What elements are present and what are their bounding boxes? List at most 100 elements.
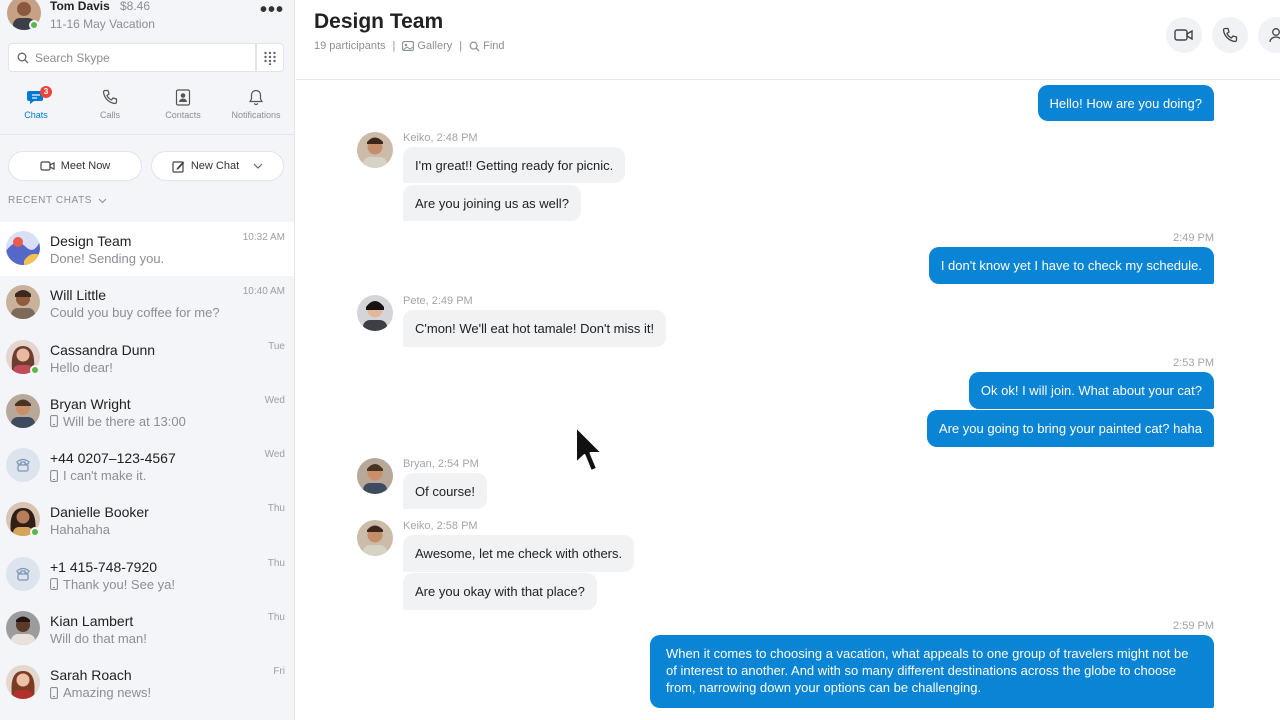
message-time-stamp: 2:53 PM [1173, 357, 1214, 369]
more-options-icon[interactable]: ••• [260, 0, 284, 20]
sender-avatar[interactable] [357, 458, 393, 494]
video-camera-icon [1174, 29, 1193, 41]
incoming-message[interactable]: Are you okay with that place? [403, 573, 597, 610]
chat-item-phone-uk[interactable]: +44 0207–123-4567 I can't make it. Wed [0, 439, 294, 493]
chat-item-phone-us[interactable]: +1 415-748-7920 Thank you! See ya! Thu [0, 548, 294, 602]
chat-item-preview: Hahahaha [50, 522, 110, 537]
new-chat-button[interactable]: New Chat [151, 151, 284, 181]
chat-item-preview-text: Hahahaha [50, 522, 110, 538]
incoming-message[interactable]: Of course! [403, 473, 487, 509]
profile-credit[interactable]: $8.46 [120, 0, 150, 13]
presence-online-icon [29, 20, 39, 30]
chat-item-preview-text: I can't make it. [63, 468, 147, 484]
video-call-button[interactable] [1166, 17, 1202, 53]
tab-notifications[interactable]: Notifications [220, 86, 292, 126]
compose-icon [172, 160, 185, 173]
search-input[interactable] [35, 49, 250, 67]
add-person-icon [1269, 28, 1280, 43]
chat-item-time: 10:32 AM [242, 232, 285, 243]
profile-header[interactable]: Tom Davis $8.46 11-16 May Vacation ••• [0, 0, 294, 40]
mobile-phone-icon [50, 578, 58, 591]
chat-item-name: Bryan Wright [50, 395, 131, 412]
message-sender-stamp: Keiko, 2:48 PM [403, 132, 478, 144]
search-icon [469, 41, 480, 52]
chat-item-time: Fri [273, 666, 285, 678]
sidebar-divider [0, 134, 294, 135]
chat-item-name: Sarah Roach [50, 667, 132, 684]
message-sender-stamp: Keiko, 2:58 PM [403, 520, 478, 532]
incoming-message[interactable]: I'm great!! Getting ready for picnic. [403, 147, 626, 183]
outgoing-message[interactable]: Are you going to bring your painted cat?… [926, 410, 1214, 447]
message-sender-stamp: Pete, 2:49 PM [403, 295, 473, 307]
outgoing-message[interactable]: When it comes to choosing a vacation, wh… [650, 635, 1214, 708]
conversation-pane: Design Team 19 participants | Gallery | … [296, 0, 1280, 720]
sender-avatar[interactable] [357, 132, 393, 168]
chevron-down-icon [98, 198, 107, 203]
outgoing-message[interactable]: I don't know yet I have to check my sche… [928, 247, 1214, 284]
participants-link[interactable]: 19 participants [314, 40, 386, 52]
chat-item-bryan-wright[interactable]: Bryan Wright Will be there at 13:00 Wed [0, 385, 294, 439]
mouse-pointer-icon [575, 426, 603, 472]
tab-contacts[interactable]: Contacts [147, 86, 219, 126]
find-label: Find [483, 40, 505, 52]
incoming-message[interactable]: Are you joining us as well? [403, 185, 581, 221]
tab-chats[interactable]: 3 Chats [0, 86, 72, 126]
outgoing-message[interactable]: Hello! How are you doing? [1037, 85, 1214, 121]
new-chat-label: New Chat [190, 160, 240, 172]
chat-item-name: Danielle Booker [50, 504, 149, 521]
phone-number-avatar [6, 556, 40, 591]
chat-item-name: Design Team [50, 233, 132, 249]
mobile-phone-icon [50, 686, 58, 699]
chat-item-name: +44 0207–123-4567 [50, 450, 176, 467]
chat-item-time: Thu [267, 557, 285, 569]
dialpad-button[interactable] [256, 43, 284, 72]
recent-chats-label: RECENT CHATS [8, 195, 93, 206]
add-participant-button[interactable] [1258, 17, 1280, 53]
presence-online-icon [30, 364, 40, 375]
incoming-message[interactable]: Awesome, let me check with others. [403, 535, 635, 572]
tab-contacts-label: Contacts [165, 110, 201, 120]
message-sender-stamp: Bryan, 2:54 PM [403, 458, 479, 470]
bell-icon [248, 89, 264, 105]
tab-notifications-label: Notifications [231, 110, 281, 120]
tab-calls[interactable]: Calls [74, 86, 146, 126]
contacts-icon [175, 88, 191, 106]
find-link[interactable]: Find [469, 40, 505, 52]
chat-item-will-little[interactable]: Will Little Could you buy coffee for me?… [0, 276, 294, 330]
sender-avatar[interactable] [357, 295, 393, 331]
outgoing-message[interactable]: Ok ok! I will join. What about your cat? [968, 372, 1214, 409]
conversation-meta: 19 participants | Gallery | Find [314, 40, 505, 52]
chat-item-time: Wed [264, 394, 285, 406]
chat-item-preview: I can't make it. [50, 468, 146, 483]
avatar [6, 393, 40, 428]
tab-chats-label: Chats [24, 110, 48, 120]
gallery-link[interactable]: Gallery [402, 40, 452, 52]
avatar [6, 665, 40, 700]
chat-item-name: Cassandra Dunn [50, 341, 156, 358]
search-box[interactable] [8, 43, 256, 72]
chevron-down-icon[interactable] [253, 163, 263, 169]
telephone-icon [16, 567, 30, 581]
recent-chats-toggle[interactable]: RECENT CHATS [8, 195, 107, 206]
meet-now-button[interactable]: Meet Now [8, 151, 142, 181]
chat-item-preview: Hello dear! [50, 360, 113, 375]
chat-item-preview-text: Amazing news! [63, 685, 152, 701]
chat-item-cassandra-dunn[interactable]: Cassandra Dunn Hello dear! Tue [0, 331, 294, 385]
chat-item-preview-text: Hello dear! [50, 359, 113, 375]
sender-avatar[interactable] [357, 520, 393, 556]
sidebar: Tom Davis $8.46 11-16 May Vacation ••• 3… [0, 0, 295, 720]
chat-item-sarah-roach[interactable]: Sarah Roach Amazing news! Fri [0, 656, 294, 710]
conversation-title[interactable]: Design Team [314, 10, 443, 34]
chat-item-preview: Will do that man! [50, 631, 147, 646]
chat-item-kian-lambert[interactable]: Kian Lambert Will do that man! Thu [0, 602, 294, 656]
chat-item-name: Kian Lambert [50, 613, 134, 630]
nav-tabs: 3 Chats Calls Contacts Notifications [0, 86, 294, 126]
chat-item-danielle-booker[interactable]: Danielle Booker Hahahaha Thu [0, 493, 294, 547]
video-camera-icon [40, 161, 55, 171]
profile-mood[interactable]: 11-16 May Vacation [50, 17, 155, 31]
chat-list: Design Team Done! Sending you. 10:32 AM … [0, 222, 294, 711]
telephone-icon [16, 459, 30, 472]
audio-call-button[interactable] [1212, 17, 1248, 53]
chat-item-design-team[interactable]: Design Team Done! Sending you. 10:32 AM [0, 222, 294, 277]
incoming-message[interactable]: C'mon! We'll eat hot tamale! Don't miss … [403, 310, 667, 347]
